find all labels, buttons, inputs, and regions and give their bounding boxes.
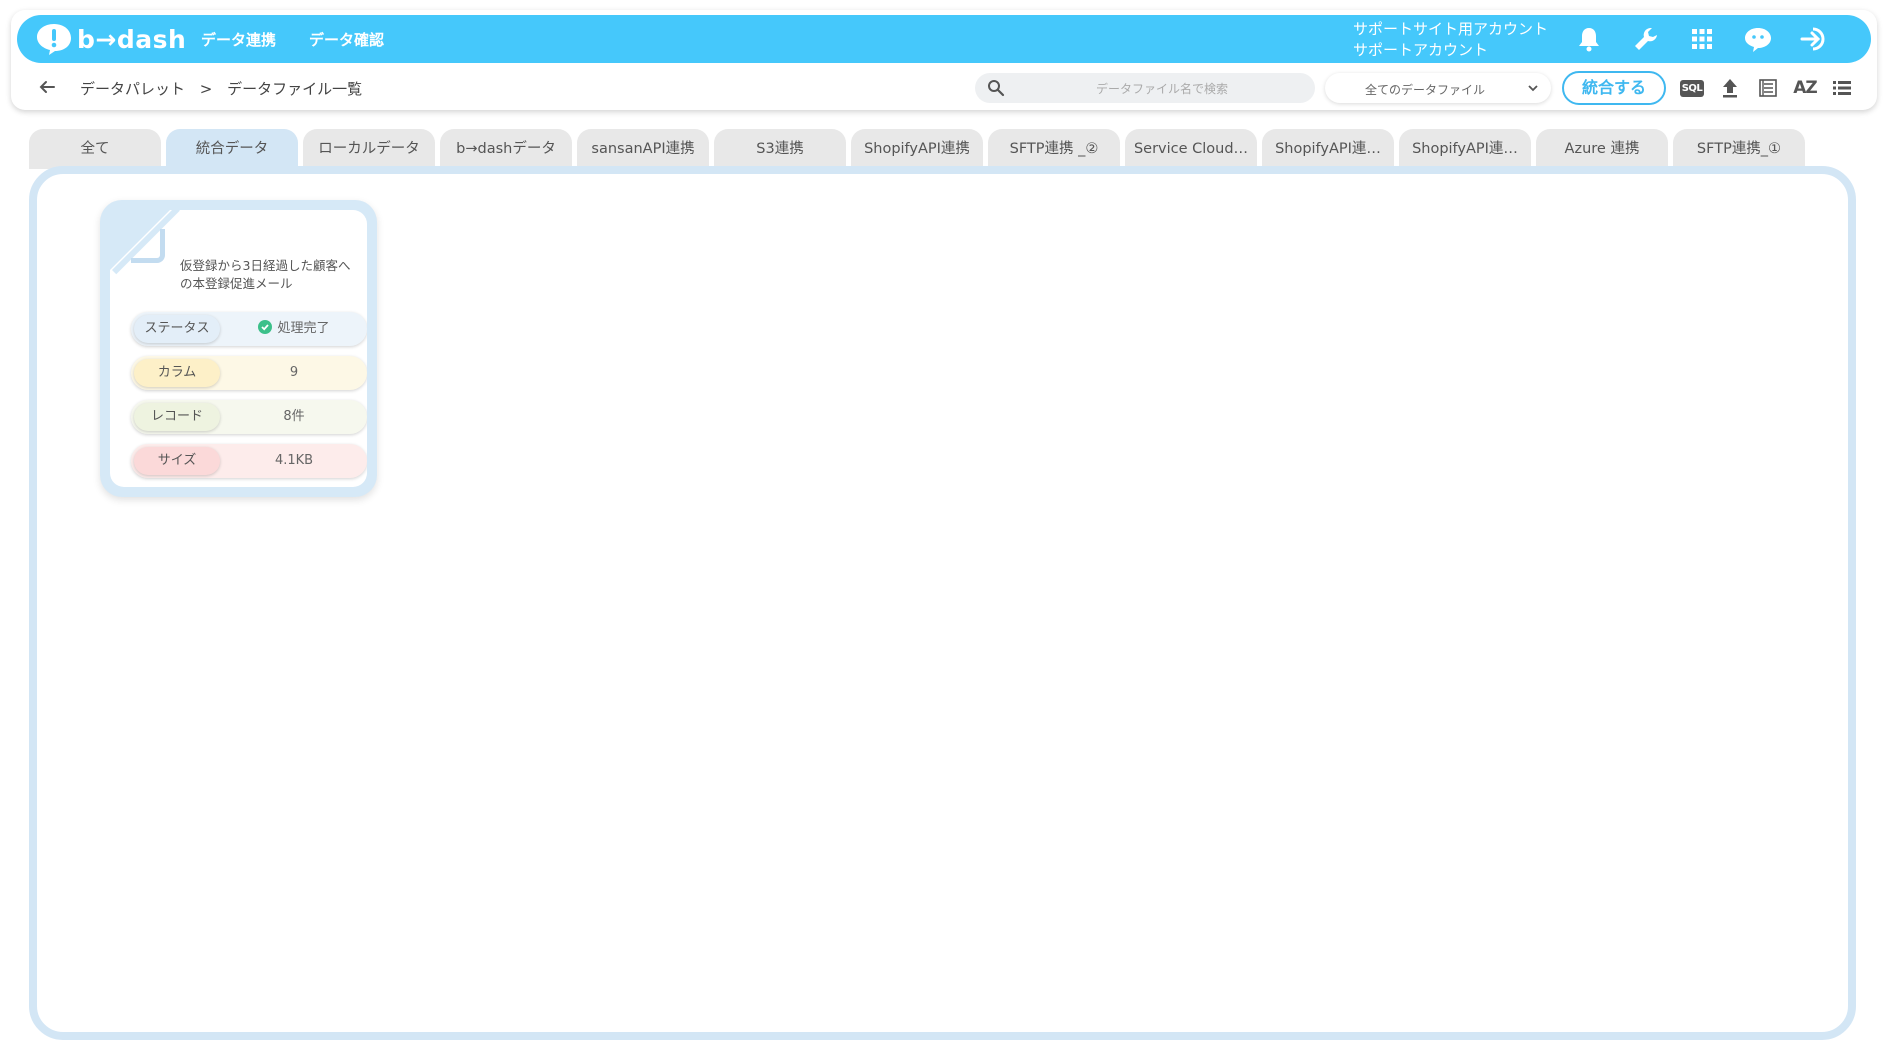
logo-text: b→dash	[77, 24, 187, 54]
breadcrumb-data-palette[interactable]: データパレット	[80, 80, 185, 98]
top-navbar: b→dash データ連携 データ確認 サポートサイト用アカウント サポートアカウ…	[17, 15, 1871, 63]
status-value: 処理完了	[277, 321, 330, 336]
tab-shopify-api-3[interactable]: ShopifyAPI連…	[1399, 129, 1531, 169]
logout-icon[interactable]	[1799, 24, 1829, 54]
search-box	[975, 73, 1315, 105]
column-row: カラム 9	[131, 356, 367, 390]
account-sub: サポートアカウント	[1353, 41, 1489, 59]
tab-shopify-api-2[interactable]: ShopifyAPI連…	[1262, 129, 1394, 169]
chevron-down-icon	[1528, 85, 1538, 92]
bdash-logo[interactable]: b→dash	[35, 22, 186, 56]
column-label: カラム	[134, 359, 220, 387]
breadcrumb: データパレット > データファイル一覧	[80, 78, 372, 99]
sort-az-icon[interactable]: AZ	[1792, 76, 1818, 100]
search-icon	[988, 80, 1005, 97]
tab-s3[interactable]: S3連携	[714, 129, 846, 169]
tab-all[interactable]: 全て	[29, 129, 161, 169]
file-filter-select[interactable]: 全てのデータファイル	[1325, 73, 1551, 103]
file-filter-value: 全てのデータファイル	[1365, 83, 1486, 97]
table-view-icon[interactable]	[1755, 76, 1781, 100]
check-circle-icon	[258, 320, 273, 334]
sql-icon[interactable]: SQL	[1679, 76, 1705, 100]
tab-sftp-1[interactable]: SFTP連携_①	[1673, 129, 1805, 169]
record-row: レコード 8件	[131, 400, 367, 434]
tab-sansan-api[interactable]: sansanAPI連携	[577, 129, 709, 169]
back-arrow-icon[interactable]	[36, 76, 58, 98]
tab-service-cloud[interactable]: Service Cloud…	[1125, 129, 1257, 169]
nav-data-check[interactable]: データ確認	[309, 29, 384, 50]
merge-button[interactable]: 統合する	[1562, 71, 1666, 105]
size-row: サイズ 4.1KB	[131, 444, 367, 478]
file-fold-icon	[131, 229, 165, 263]
bell-icon[interactable]	[1574, 24, 1604, 54]
sort-az-label: AZ	[1793, 78, 1818, 98]
logo-bubble-icon	[37, 24, 71, 55]
status-value-wrap: 処理完了	[221, 312, 367, 346]
tab-shopify-api[interactable]: ShopifyAPI連携	[851, 129, 983, 169]
size-value: 4.1KB	[274, 453, 314, 468]
account-info[interactable]: サポートサイト用アカウント サポートアカウント	[1353, 19, 1548, 61]
search-input[interactable]	[1015, 73, 1309, 105]
wrench-icon[interactable]	[1631, 24, 1661, 54]
account-name: サポートサイト用アカウント	[1353, 20, 1549, 38]
status-label: ステータス	[134, 315, 220, 343]
upload-icon[interactable]	[1717, 76, 1743, 100]
tab-local-data[interactable]: ローカルデータ	[303, 129, 435, 169]
tab-integrated-data[interactable]: 統合データ	[166, 129, 298, 169]
breadcrumb-current: データファイル一覧	[227, 80, 363, 98]
size-label: サイズ	[134, 447, 220, 475]
nav-data-integration[interactable]: データ連携	[201, 29, 276, 50]
breadcrumb-separator: >	[199, 80, 213, 98]
support-chat-icon[interactable]	[1743, 24, 1773, 54]
record-label: レコード	[134, 403, 220, 431]
status-row: ステータス 処理完了	[131, 312, 367, 346]
tab-sftp-2[interactable]: SFTP連携 _②	[988, 129, 1120, 169]
card-title: 仮登録から3日経過した顧客への本登録促進メール	[180, 258, 351, 291]
tab-bdash-data[interactable]: b→dashデータ	[440, 129, 572, 169]
data-file-card[interactable]: 仮登録から3日経過した顧客への本登録促進メール ステータス 処理完了 カラム 9…	[100, 200, 377, 497]
tab-azure[interactable]: Azure 連携	[1536, 129, 1668, 169]
sql-label: SQL	[1679, 79, 1705, 97]
list-view-icon[interactable]	[1829, 76, 1855, 100]
record-value: 8件	[283, 409, 305, 424]
column-value: 9	[289, 365, 299, 380]
app-grid-icon[interactable]	[1687, 24, 1717, 54]
